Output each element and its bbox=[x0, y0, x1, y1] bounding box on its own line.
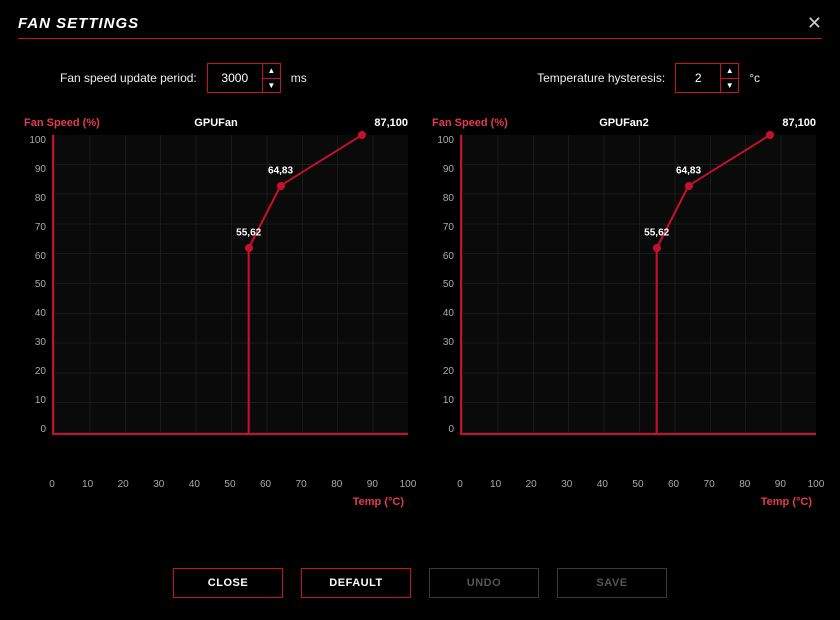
hysteresis-input[interactable] bbox=[676, 64, 720, 92]
chart-title: GPUFan bbox=[194, 117, 237, 129]
y-axis-label: Fan Speed (%) bbox=[24, 117, 100, 129]
curve-point[interactable] bbox=[685, 182, 693, 190]
point-label: 55,62 bbox=[644, 228, 669, 239]
update-period-arrows: ▲ ▼ bbox=[262, 64, 280, 92]
window-title: FAN SETTINGS bbox=[18, 15, 139, 32]
point-label: 64,83 bbox=[676, 165, 701, 176]
last-point-label: 87,100 bbox=[374, 117, 408, 129]
y-ticks: 1009080706050403020100 bbox=[24, 135, 52, 435]
update-period-spinbox[interactable]: ▲ ▼ bbox=[207, 63, 281, 93]
chevron-down-icon[interactable]: ▼ bbox=[721, 78, 738, 93]
curve-point[interactable] bbox=[358, 131, 366, 139]
update-period-unit: ms bbox=[291, 71, 307, 85]
update-period-group: Fan speed update period: ▲ ▼ ms bbox=[60, 63, 307, 93]
fan-settings-window: FAN SETTINGS ✕ Fan speed update period: … bbox=[0, 0, 840, 620]
chart-header: Fan Speed (%) GPUFan2 87,100 bbox=[432, 117, 816, 135]
chart-title: GPUFan2 bbox=[599, 117, 649, 129]
header: FAN SETTINGS ✕ bbox=[0, 0, 840, 38]
last-point-label: 87,100 bbox=[782, 117, 816, 129]
hysteresis-arrows: ▲ ▼ bbox=[720, 64, 738, 92]
chevron-up-icon[interactable]: ▲ bbox=[263, 64, 280, 78]
plot[interactable]: 55,62 64,83 bbox=[460, 135, 816, 435]
point-label: 64,83 bbox=[268, 165, 293, 176]
footer-buttons: CLOSE DEFAULT UNDO SAVE bbox=[0, 568, 840, 598]
controls-row: Fan speed update period: ▲ ▼ ms Temperat… bbox=[0, 63, 840, 117]
chart-area: 1009080706050403020100 55,62 64,83 bbox=[24, 135, 408, 475]
curve-point[interactable] bbox=[277, 182, 285, 190]
plot[interactable]: 55,62 64,83 bbox=[52, 135, 408, 435]
close-icon[interactable]: ✕ bbox=[807, 14, 822, 32]
x-axis-label: Temp (°C) bbox=[24, 496, 408, 508]
chart-gpufan: Fan Speed (%) GPUFan 87,100 100908070605… bbox=[24, 117, 408, 508]
chevron-down-icon[interactable]: ▼ bbox=[263, 78, 280, 93]
header-divider bbox=[18, 38, 822, 39]
default-button[interactable]: DEFAULT bbox=[301, 568, 411, 598]
chart-header: Fan Speed (%) GPUFan 87,100 bbox=[24, 117, 408, 135]
save-button[interactable]: SAVE bbox=[557, 568, 667, 598]
hysteresis-group: Temperature hysteresis: ▲ ▼ °c bbox=[537, 63, 760, 93]
chart-area: 1009080706050403020100 55,62 64,83 bbox=[432, 135, 816, 475]
x-axis-label: Temp (°C) bbox=[432, 496, 816, 508]
curve-point[interactable] bbox=[245, 244, 253, 252]
point-label: 55,62 bbox=[236, 228, 261, 239]
hysteresis-unit: °c bbox=[749, 71, 760, 85]
hysteresis-spinbox[interactable]: ▲ ▼ bbox=[675, 63, 739, 93]
chevron-up-icon[interactable]: ▲ bbox=[721, 64, 738, 78]
close-button[interactable]: CLOSE bbox=[173, 568, 283, 598]
chart-gpufan2: Fan Speed (%) GPUFan2 87,100 10090807060… bbox=[432, 117, 816, 508]
x-ticks: 0102030405060708090100 bbox=[52, 475, 408, 490]
update-period-label: Fan speed update period: bbox=[60, 71, 197, 85]
curve-point[interactable] bbox=[766, 131, 774, 139]
x-ticks: 0102030405060708090100 bbox=[460, 475, 816, 490]
undo-button[interactable]: UNDO bbox=[429, 568, 539, 598]
update-period-input[interactable] bbox=[208, 64, 262, 92]
y-axis-label: Fan Speed (%) bbox=[432, 117, 508, 129]
charts: Fan Speed (%) GPUFan 87,100 100908070605… bbox=[0, 117, 840, 508]
hysteresis-label: Temperature hysteresis: bbox=[537, 71, 665, 85]
curve-point[interactable] bbox=[653, 244, 661, 252]
y-ticks: 1009080706050403020100 bbox=[432, 135, 460, 435]
